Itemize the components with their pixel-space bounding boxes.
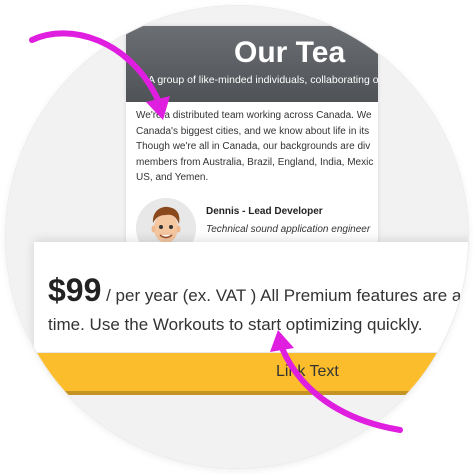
link-button-label: Link Text — [276, 363, 339, 380]
team-header: Our Tea A group of like-minded individua… — [126, 26, 378, 102]
team-webpage: Our Tea A group of like-minded individua… — [126, 26, 378, 251]
pricing-panel: $99 / per year (ex. VAT ) All Premium fe… — [34, 242, 468, 352]
member-description: Technical sound application engineer — [206, 224, 371, 235]
price-amount: $99 — [48, 272, 102, 308]
team-description: We're a distributed team working across … — [126, 102, 378, 192]
link-button[interactable]: Link Text — [34, 353, 468, 391]
body-line: We're a distributed team working across … — [136, 110, 372, 121]
body-line: members from Australia, Brazil, England,… — [136, 156, 374, 168]
page-subtitle: A group of like-minded individuals, coll… — [148, 74, 378, 86]
price-line: $99 / per year (ex. VAT ) All Premium fe… — [48, 272, 468, 309]
body-line: Though we're all in Canada, our backgrou… — [136, 141, 371, 152]
body-line: US, and Yemen. — [136, 172, 209, 183]
body-line: Canada's biggest cities, and we know abo… — [136, 125, 370, 137]
member-name: Dennis - Lead Developer — [206, 206, 323, 217]
price-description-line2: time. Use the Workouts to start optimizi… — [48, 315, 423, 334]
price-description: / per year (ex. VAT ) All Premium featur… — [101, 286, 468, 305]
page-title: Our Tea — [234, 36, 346, 69]
zoom-circle: Our Tea A group of like-minded individua… — [6, 6, 468, 468]
